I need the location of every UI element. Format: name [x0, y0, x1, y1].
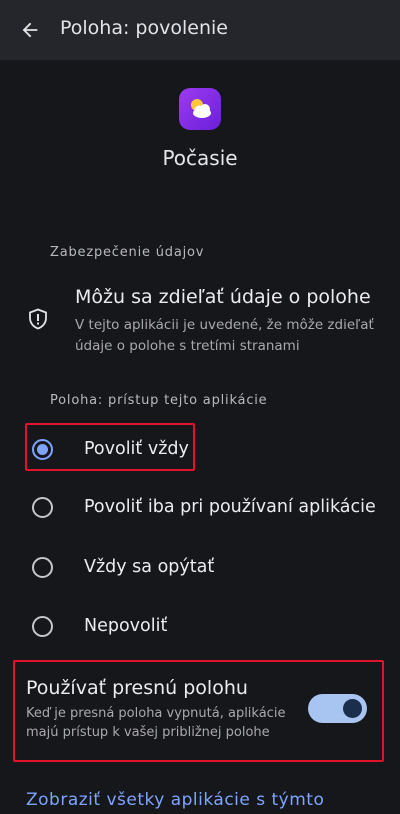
radio-button[interactable]	[32, 497, 53, 518]
data-safety-section-label: Zabezpečenie údajov	[50, 245, 205, 260]
option-ask-every-time[interactable]: Vždy sa opýtať	[0, 538, 400, 598]
radio-button[interactable]	[32, 557, 53, 578]
page-title: Poloha: povolenie	[60, 17, 228, 39]
option-label: Vždy sa opýtať	[84, 557, 215, 577]
data-sharing-description: V tejto aplikácii je uvedené, že môže zd…	[75, 317, 374, 354]
sun-cloud-icon	[191, 99, 211, 118]
radio-button[interactable]	[32, 616, 53, 637]
option-allow-while-using[interactable]: Povoliť iba pri používaní aplikácie	[0, 478, 400, 538]
highlight-box-allow-always	[25, 423, 195, 471]
shield-alert-icon	[29, 308, 47, 330]
highlight-box-precise-location	[13, 660, 384, 762]
option-label: Nepovoliť	[84, 616, 168, 636]
back-button[interactable]	[16, 16, 44, 44]
data-sharing-title: Môžu sa zdieľať údaje o polohe	[75, 286, 371, 308]
access-section-label: Poloha: prístup tejto aplikácie	[50, 393, 268, 408]
app-name: Počasie	[162, 146, 238, 170]
option-dont-allow[interactable]: Nepovoliť	[0, 597, 400, 657]
weather-icon	[179, 88, 221, 130]
top-app-bar: Poloha: povolenie	[0, 0, 400, 60]
arrow-back-icon	[22, 22, 38, 38]
option-label: Povoliť iba pri používaní aplikácie	[84, 497, 376, 517]
see-all-apps-link[interactable]: Zobraziť všetky aplikácie s týmto	[26, 790, 324, 810]
